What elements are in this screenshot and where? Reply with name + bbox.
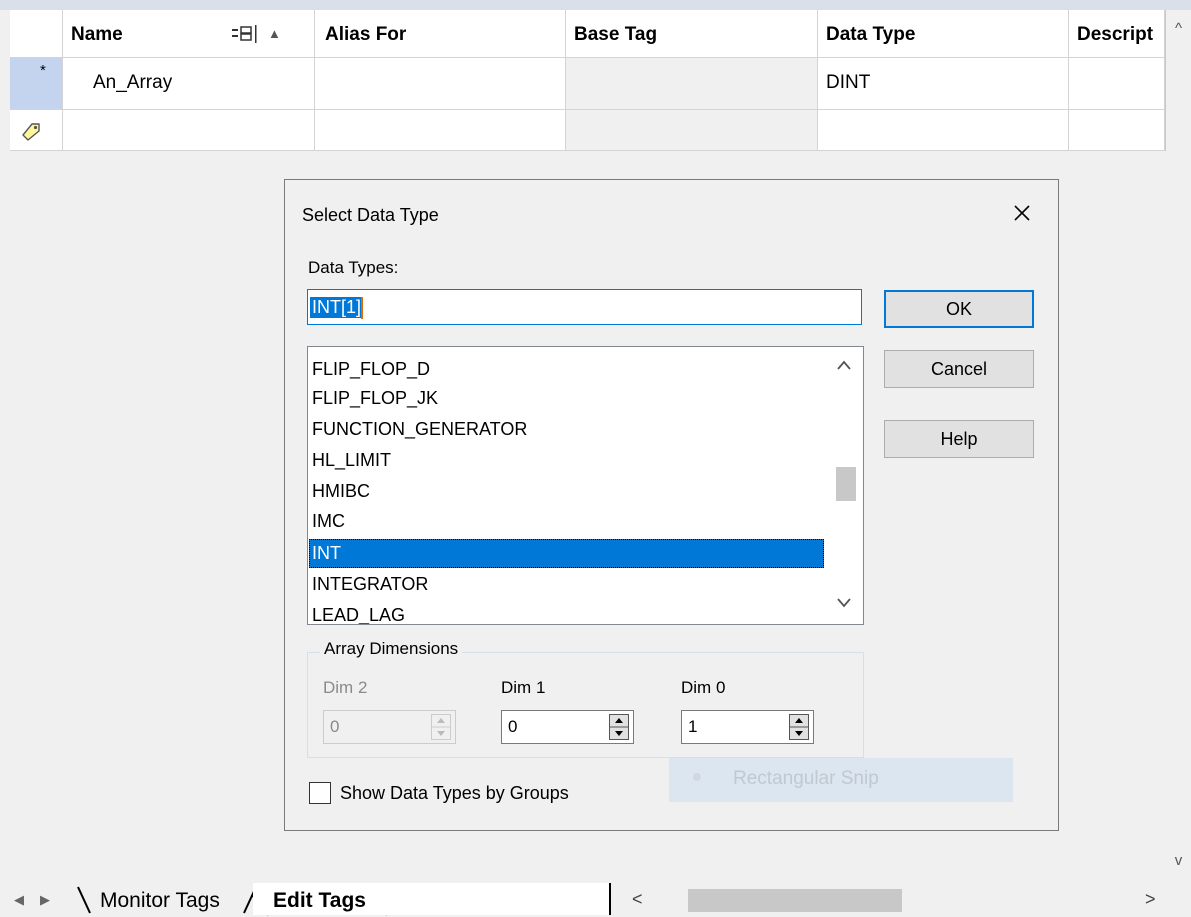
column-header-description[interactable]: Descript [1069, 10, 1165, 58]
column-header-name[interactable]: Name ▲ [63, 10, 315, 58]
cell-alias-for[interactable] [315, 58, 566, 110]
spin-arrows-icon[interactable] [609, 714, 629, 740]
dim1-spinner[interactable]: 0 [501, 710, 634, 744]
data-type-input[interactable]: INT[1] [307, 289, 862, 325]
tag-icon [22, 123, 40, 141]
column-header-data-type-label: Data Type [826, 24, 916, 45]
table-row[interactable]: * An_Array DINT [10, 58, 1165, 110]
list-item[interactable]: HL_LIMIT [309, 446, 824, 475]
horizontal-scroll-thumb[interactable] [688, 889, 902, 912]
dim0-label: Dim 0 [681, 678, 726, 697]
cell-base-tag-new [566, 110, 818, 151]
list-item[interactable]: LEAD_LAG [309, 601, 824, 624]
column-header-base-tag[interactable]: Base Tag [566, 10, 818, 58]
tab-monitor-tags-label: Monitor Tags [100, 889, 220, 912]
tab-edit-tags-label: Edit Tags [273, 889, 366, 912]
ok-button[interactable]: OK [884, 290, 1034, 328]
cell-data-type-value: DINT [826, 72, 871, 93]
show-groups-checkbox[interactable] [309, 782, 331, 804]
help-button[interactable]: Help [884, 420, 1034, 458]
list-item[interactable]: FUNCTION_GENERATOR [309, 415, 824, 444]
cell-name-new[interactable] [63, 110, 315, 151]
row-marker-new[interactable] [10, 110, 63, 151]
column-header-description-label: Descript [1077, 24, 1154, 45]
row-header-corner [10, 10, 63, 58]
cell-description[interactable] [1069, 58, 1165, 110]
vertical-scrollbar[interactable]: ^ v [1166, 10, 1191, 882]
select-data-type-dialog: Select Data Type Data Types: INT[1] OK C… [284, 179, 1059, 831]
cell-description-new[interactable] [1069, 110, 1165, 151]
dim2-spinner: 0 [323, 710, 456, 744]
spin-arrows-icon[interactable] [789, 714, 809, 740]
top-strip [0, 0, 1191, 10]
cancel-button[interactable]: Cancel [884, 350, 1034, 388]
list-item[interactable]: FLIP_FLOP_JK [309, 384, 824, 413]
snip-overlay-label: Rectangular Snip [733, 768, 879, 789]
column-header-alias-label: Alias For [325, 24, 407, 45]
scroll-down-icon[interactable] [836, 597, 852, 609]
column-header-data-type[interactable]: Data Type [818, 10, 1069, 58]
sort-ascending-icon[interactable]: ▲ [268, 26, 281, 41]
dim2-label: Dim 2 [323, 678, 368, 697]
column-header-base-tag-label: Base Tag [574, 24, 658, 45]
cell-alias-for-new[interactable] [315, 110, 566, 151]
cell-name[interactable]: An_Array [63, 58, 315, 110]
data-type-input-value: INT[1] [310, 297, 364, 318]
data-type-list[interactable]: FLIP_FLOP_D FLIP_FLOP_JK FUNCTION_GENERA… [307, 346, 864, 625]
tag-grid: Name ▲ Alias For Base Tag Data Type Desc… [10, 10, 1166, 151]
tab-monitor-tags[interactable]: Monitor Tags [80, 886, 220, 915]
data-types-label: Data Types: [308, 258, 399, 277]
dim0-spinner[interactable]: 1 [681, 710, 814, 744]
cell-base-tag [566, 58, 818, 110]
list-item-selected[interactable]: INT [309, 539, 824, 568]
list-item[interactable]: IMC [309, 507, 824, 536]
scroll-left-icon[interactable]: < [632, 889, 643, 910]
new-tag-row[interactable] [10, 110, 1165, 151]
show-groups-label[interactable]: Show Data Types by Groups [340, 783, 569, 804]
text-caret [361, 297, 363, 319]
list-item[interactable]: INTEGRATOR [309, 570, 824, 599]
dim0-value: 1 [688, 717, 698, 736]
scroll-right-icon[interactable]: > [1145, 889, 1156, 910]
cell-data-type[interactable]: DINT [818, 58, 1069, 110]
array-dimensions-label: Array Dimensions [320, 639, 463, 659]
scroll-down-icon[interactable]: v [1166, 852, 1191, 869]
snip-bullet-icon [693, 773, 701, 781]
spin-arrows-icon [431, 714, 451, 740]
cell-name-value: An_Array [93, 72, 173, 93]
column-header-name-label: Name [71, 24, 123, 45]
column-header-alias-for[interactable]: Alias For [315, 10, 566, 58]
dim1-label: Dim 1 [501, 678, 546, 697]
row-marker[interactable]: * [10, 58, 63, 110]
tab-bar: ◀ ▶ Monitor Tags Edit Tags < > [0, 883, 1191, 917]
close-icon[interactable] [1008, 199, 1036, 227]
scroll-up-icon[interactable]: ^ [1166, 20, 1191, 37]
grid-header-row: Name ▲ Alias For Base Tag Data Type Desc… [10, 10, 1165, 58]
dialog-title: Select Data Type [302, 205, 439, 225]
dim2-value: 0 [330, 717, 340, 736]
snip-overlay: Rectangular Snip [669, 758, 1013, 802]
list-item[interactable]: HMIBC [309, 477, 824, 506]
filter-icon[interactable] [231, 24, 259, 44]
list-scrollbar[interactable] [828, 347, 863, 624]
edit-marker: * [40, 62, 46, 79]
scroll-up-icon[interactable] [836, 359, 852, 371]
list-item[interactable]: FLIP_FLOP_D [309, 355, 824, 384]
tab-edit-tags[interactable]: Edit Tags [253, 883, 611, 915]
dim1-value: 0 [508, 717, 518, 736]
list-scroll-thumb[interactable] [836, 467, 856, 501]
cell-data-type-new[interactable] [818, 110, 1069, 151]
